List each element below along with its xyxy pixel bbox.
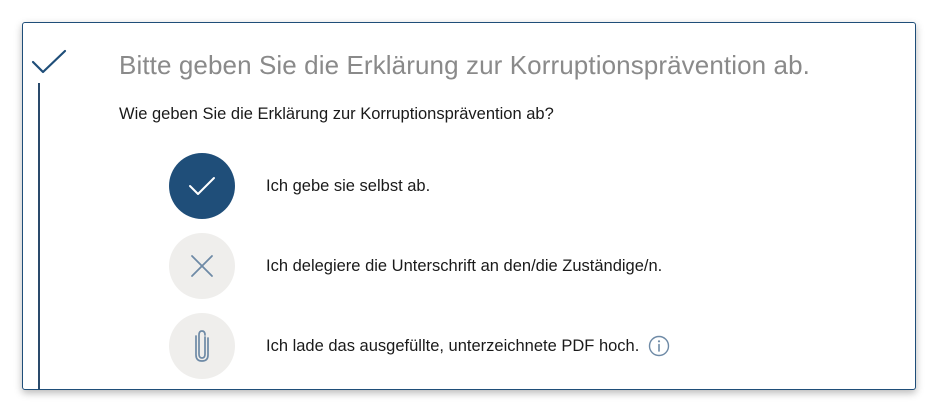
option-self-submit[interactable]: Ich gebe sie selbst ab. bbox=[169, 153, 430, 219]
info-icon[interactable] bbox=[648, 335, 670, 357]
close-icon bbox=[191, 255, 213, 277]
option-self-submit-label: Ich gebe sie selbst ab. bbox=[266, 176, 431, 195]
question-text: Wie geben Sie die Erklärung zur Korrupti… bbox=[119, 105, 554, 123]
option-delegate[interactable]: Ich delegiere die Unterschrift an den/di… bbox=[169, 233, 662, 299]
timeline-line bbox=[38, 83, 40, 389]
option-delegate-radio[interactable] bbox=[169, 233, 235, 299]
option-self-submit-radio[interactable] bbox=[169, 153, 235, 219]
option-upload-pdf-radio[interactable] bbox=[169, 313, 235, 379]
option-upload-pdf-label-wrap: Ich lade das ausgefüllte, unterzeichnete… bbox=[266, 335, 670, 357]
declaration-step-card: Bitte geben Sie die Erklärung zur Korrup… bbox=[22, 22, 916, 390]
step-title: Bitte geben Sie die Erklärung zur Korrup… bbox=[119, 50, 810, 80]
paperclip-icon bbox=[195, 330, 209, 362]
option-upload-pdf[interactable]: Ich lade das ausgefüllte, unterzeichnete… bbox=[169, 313, 670, 379]
step-complete-check-icon bbox=[31, 49, 67, 74]
check-icon bbox=[189, 177, 215, 195]
option-upload-pdf-label: Ich lade das ausgefüllte, unterzeichnete… bbox=[266, 336, 640, 355]
option-delegate-label: Ich delegiere die Unterschrift an den/di… bbox=[266, 256, 663, 275]
